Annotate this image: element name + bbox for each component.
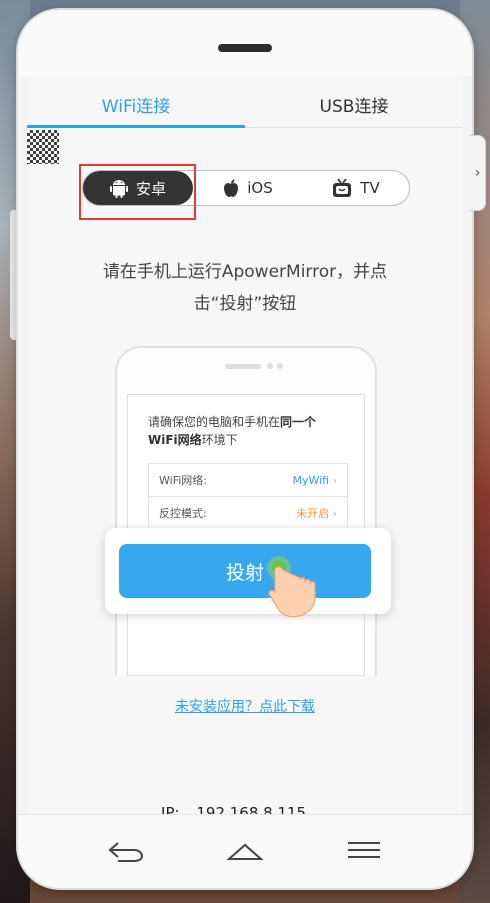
tab-wifi[interactable]: WiFi连接 [27, 92, 245, 117]
mock-instruction: 请确保您的电脑和手机在同一个 WiFi网络环境下 [148, 413, 358, 449]
phone-frame: WiFi连接 USB连接 安卓 iOS TV 请在手机上运行ApowerMirr… [18, 10, 472, 888]
side-handle-left [10, 210, 18, 340]
phone-top-bar [18, 10, 472, 76]
home-icon[interactable] [225, 835, 265, 865]
menu-icon[interactable] [344, 835, 384, 865]
tap-hand-icon [267, 556, 316, 618]
tab-usb[interactable]: USB连接 [245, 92, 463, 117]
back-icon[interactable] [106, 835, 146, 865]
connection-tabs: WiFi连接 USB连接 [27, 76, 463, 128]
active-tab-indicator [27, 125, 245, 128]
instruction-text: 请在手机上运行ApowerMirror，并点 击“投射”按钮 [67, 256, 423, 320]
mock-row-control-label: 反控模式: [159, 507, 207, 520]
mock-phone-illustration: 请确保您的电脑和手机在同一个 WiFi网络环境下 WiFi网络: MyWifi … [115, 346, 377, 676]
mock-text-bold1: 同一个 [280, 415, 317, 429]
mock-row-wifi-value: MyWifi › [292, 474, 337, 487]
mock-text-bold2: WiFi网络 [148, 433, 202, 447]
mock-text-part2: 环境下 [201, 433, 238, 447]
mock-speaker [225, 364, 261, 369]
qr-code-icon [27, 130, 59, 164]
mock-row-wifi-label: WiFi网络: [159, 474, 207, 487]
tv-icon [333, 178, 352, 197]
mock-camera-dot [267, 363, 273, 369]
instruction-line-1: 请在手机上运行ApowerMirror，并点 [102, 262, 388, 282]
mock-row-control: 反控模式: 未开启 › [148, 496, 348, 530]
cast-button: 投射 [119, 544, 371, 598]
speaker-notch [218, 44, 272, 52]
mock-row-wifi: WiFi网络: MyWifi › [148, 463, 348, 497]
apple-icon [224, 179, 239, 197]
cast-card: 投射 [105, 528, 391, 614]
app-screen: WiFi连接 USB连接 安卓 iOS TV 请在手机上运行ApowerMirr… [27, 76, 463, 822]
platform-tv[interactable]: TV [303, 171, 409, 205]
highlight-box [79, 164, 196, 220]
instruction-line-2: 击“投射”按钮 [193, 294, 297, 314]
expand-panel-button[interactable]: › [470, 135, 486, 211]
navigation-bar [18, 814, 472, 888]
chevron-right-icon: › [332, 473, 337, 487]
mock-row-wifi-value-text: MyWifi [292, 473, 330, 487]
platform-tv-label: TV [360, 179, 380, 197]
mock-row-control-value: 未开启 › [296, 505, 337, 521]
download-app-link[interactable]: 未安装应用？点此下载 [27, 696, 463, 716]
mock-text-part1: 请确保您的电脑和手机在 [148, 415, 281, 429]
mock-row-control-value-text: 未开启 [296, 507, 330, 520]
platform-ios-label: iOS [247, 179, 273, 197]
chevron-right-icon: › [332, 507, 337, 520]
platform-ios[interactable]: iOS [193, 171, 303, 205]
expand-icon: › [474, 165, 481, 181]
mock-camera-dot [277, 363, 283, 369]
